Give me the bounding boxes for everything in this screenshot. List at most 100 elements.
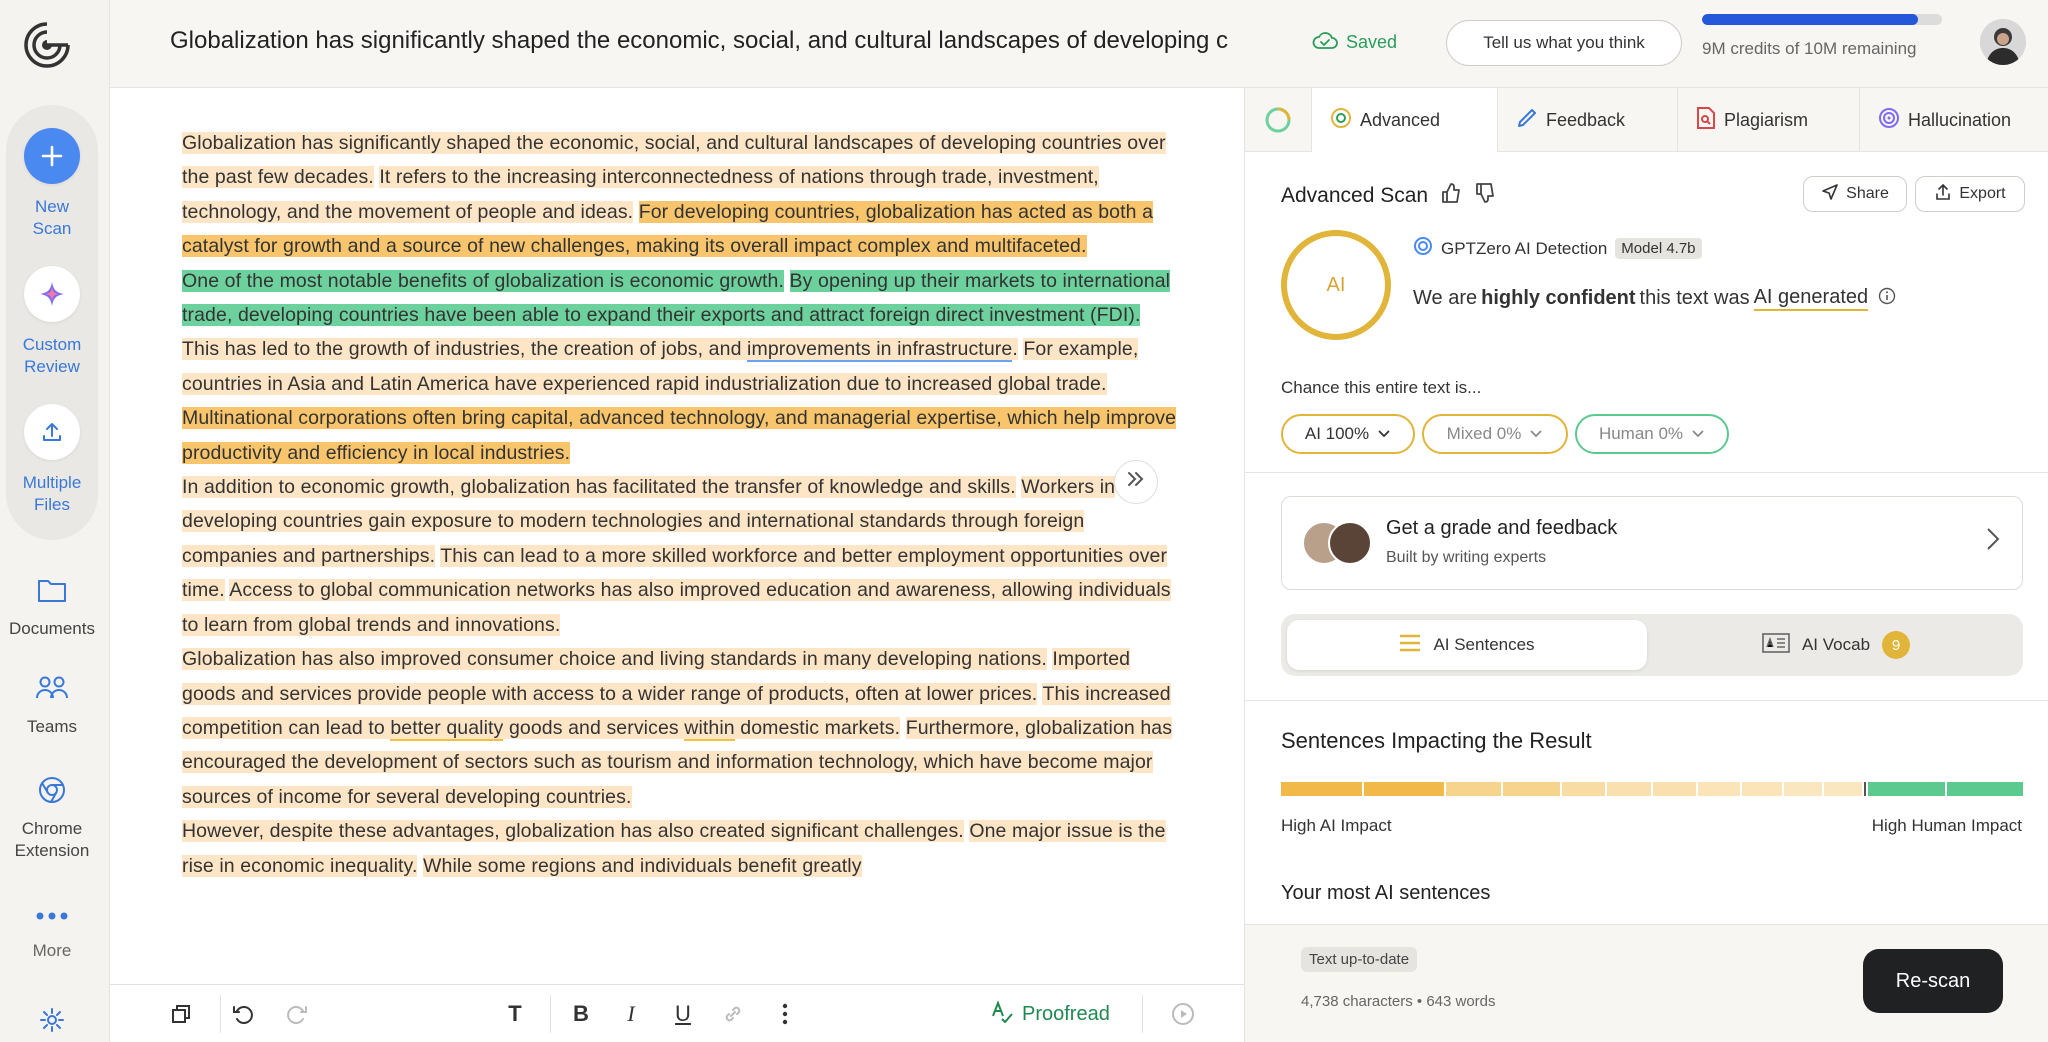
highlighted-sentence[interactable]: Access to global communication networks … xyxy=(182,579,1171,636)
paragraph: Globalization has significantly shaped t… xyxy=(182,126,1182,264)
text-gap xyxy=(784,270,790,292)
ai-vocab-tab[interactable]: AI Vocab 9 xyxy=(1655,620,2017,670)
gptzero-logo-icon[interactable] xyxy=(22,20,72,70)
highlighted-sentence[interactable]: One of the most notable benefits of glob… xyxy=(182,269,784,292)
copy-icon[interactable] xyxy=(166,999,196,1029)
chrome-extension-nav-item[interactable]: Chrome Extension xyxy=(0,770,104,862)
credits-bar xyxy=(1702,14,1942,25)
tab-plagiarism[interactable]: Plagiarism xyxy=(1677,88,1859,152)
impact-segment xyxy=(1698,782,1741,796)
export-button[interactable]: Export xyxy=(1915,176,2025,212)
impact-marker xyxy=(1863,782,1866,796)
highlighted-sentence[interactable]: goods and services xyxy=(503,716,685,739)
tell-us-feedback-button[interactable]: Tell us what you think xyxy=(1446,20,1682,66)
plus-icon xyxy=(24,128,80,184)
document-search-icon xyxy=(1696,106,1716,134)
custom-review-button[interactable]: Custom Review xyxy=(0,266,104,378)
highlighted-sentence[interactable]: This has led to the growth of industries… xyxy=(182,338,748,361)
documents-nav-item[interactable]: Documents xyxy=(0,570,104,640)
export-label: Export xyxy=(1959,185,2006,202)
saved-status: Saved xyxy=(1312,30,1397,55)
proofread-button[interactable]: Proofread xyxy=(990,999,1110,1029)
documents-label: Documents xyxy=(9,619,95,638)
high-ai-impact-label: High AI Impact xyxy=(1281,816,1392,835)
folder-icon xyxy=(32,570,72,610)
link-icon[interactable] xyxy=(718,999,748,1029)
editor-toolbar: T B I U Proofread xyxy=(110,984,1244,1042)
verdict: We are highly confident this text was AI… xyxy=(1413,286,1896,311)
impact-segment xyxy=(1652,782,1697,796)
text-gap xyxy=(633,201,639,223)
credits-meter: 9M credits of 10M remaining xyxy=(1702,14,1952,59)
tab-feedback[interactable]: Feedback xyxy=(1497,88,1677,152)
tab-advanced-label: Advanced xyxy=(1360,109,1441,130)
highlighted-sentence[interactable]: domestic markets. xyxy=(734,716,901,739)
grade-subtitle: Built by writing experts xyxy=(1386,549,1547,566)
human-percent-pill[interactable]: Human 0% xyxy=(1575,414,1729,454)
settings-nav-item[interactable] xyxy=(0,1000,104,1040)
redo-icon[interactable] xyxy=(282,999,312,1029)
impact-segment xyxy=(1446,782,1501,796)
thumbs-up-icon[interactable] xyxy=(1440,182,1462,210)
more-nav-item[interactable]: More xyxy=(0,896,104,962)
upload-icon xyxy=(24,404,80,460)
teams-nav-item[interactable]: Teams xyxy=(0,668,104,738)
avatar xyxy=(1328,521,1372,565)
chevron-down-icon xyxy=(1691,424,1705,444)
mixed-percent-label: Mixed 0% xyxy=(1446,424,1522,443)
loading-spinner-icon xyxy=(1245,88,1311,152)
saved-label: Saved xyxy=(1346,32,1398,52)
ai-percent-pill[interactable]: AI 100% xyxy=(1281,414,1415,454)
mixed-percent-pill[interactable]: Mixed 0% xyxy=(1422,414,1568,454)
toolbar-divider xyxy=(1142,995,1143,1033)
more-options-icon[interactable] xyxy=(770,999,800,1029)
undo-icon[interactable] xyxy=(228,999,258,1029)
ai-percent-label: AI 100% xyxy=(1304,424,1370,443)
impact-segment xyxy=(1281,782,1363,796)
highlighted-sentence[interactable]: However, despite these advantages, globa… xyxy=(182,820,964,843)
panel-divider xyxy=(1245,472,2048,473)
tab-feedback-label: Feedback xyxy=(1546,109,1626,130)
impact-segment xyxy=(1867,782,1946,796)
italic-icon[interactable]: I xyxy=(616,999,646,1029)
text-style-icon[interactable]: T xyxy=(500,999,530,1029)
share-button[interactable]: Share xyxy=(1803,176,1907,212)
highlighted-sentence[interactable]: within xyxy=(684,716,735,741)
grade-feedback-card[interactable]: Get a grade and feedback Built by writin… xyxy=(1281,496,2023,590)
bold-icon[interactable]: B xyxy=(566,999,596,1029)
highlighted-sentence[interactable]: Globalization has also improved consumer… xyxy=(182,648,1047,671)
underline-icon[interactable]: U xyxy=(668,999,698,1029)
document-text[interactable]: Globalization has significantly shaped t… xyxy=(182,126,1182,883)
highlighted-sentence[interactable]: While some regions and individuals benef… xyxy=(423,854,862,877)
tab-hallucination[interactable]: Hallucination xyxy=(1859,88,2048,152)
impact-segment xyxy=(1947,782,2024,796)
scan-header: Advanced Scan xyxy=(1281,182,1496,210)
impact-segment xyxy=(1783,782,1822,796)
tab-plagiarism-label: Plagiarism xyxy=(1724,109,1809,130)
text-gap xyxy=(900,717,906,739)
highlighted-sentence[interactable]: improvements in infrastructure xyxy=(747,338,1013,363)
multiple-files-button[interactable]: Multiple Files xyxy=(0,404,104,516)
impact-segment xyxy=(1823,782,1862,796)
tab-advanced[interactable]: Advanced xyxy=(1311,88,1497,152)
highlighted-sentence[interactable]: Multinational corporations often bring c… xyxy=(182,407,1177,464)
chrome-extension-label: Chrome Extension xyxy=(14,819,90,860)
thumbs-down-icon[interactable] xyxy=(1474,182,1496,210)
info-icon[interactable] xyxy=(1878,287,1896,311)
user-avatar[interactable] xyxy=(1980,19,2026,65)
highlighted-sentence[interactable]: better quality xyxy=(390,716,504,741)
paragraph: However, despite these advantages, globa… xyxy=(182,814,1182,883)
play-icon[interactable] xyxy=(1168,999,1198,1029)
rescan-button[interactable]: Re-scan xyxy=(1863,949,2003,1013)
highlighted-sentence[interactable]: . xyxy=(1012,338,1018,361)
new-scan-button[interactable]: New Scan xyxy=(0,128,104,240)
ai-vocab-label: AI Vocab xyxy=(1801,635,1871,654)
pen-icon xyxy=(1516,107,1538,134)
expert-avatars xyxy=(1302,521,1374,567)
ai-sentences-tab[interactable]: AI Sentences xyxy=(1287,620,1647,670)
document-title[interactable]: Globalization has significantly shaped t… xyxy=(170,27,1395,55)
scan-title: Advanced Scan xyxy=(1281,184,1429,207)
chevron-down-icon xyxy=(1529,424,1543,444)
collapse-panel-button[interactable] xyxy=(1114,460,1158,504)
highlighted-sentence[interactable]: In addition to economic growth, globaliz… xyxy=(182,476,1016,499)
